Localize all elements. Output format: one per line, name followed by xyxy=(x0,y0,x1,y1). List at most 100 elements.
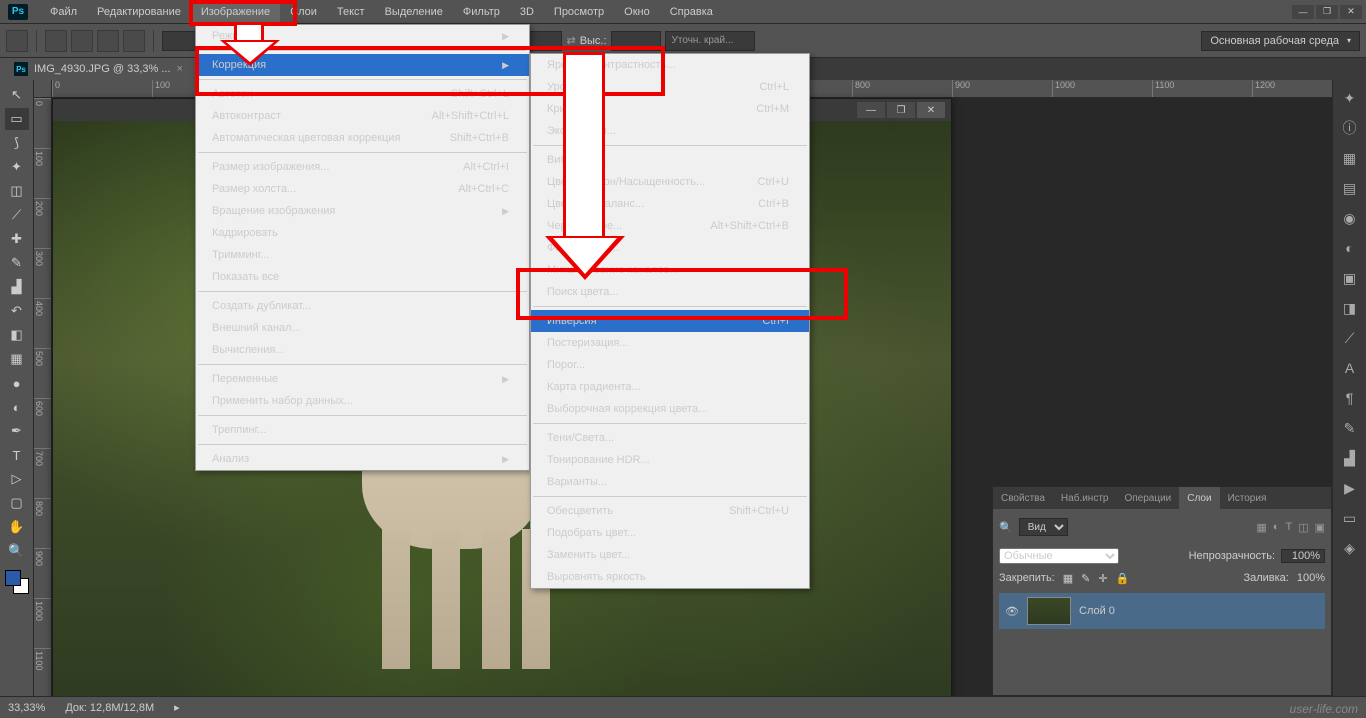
adjustments-icon[interactable]: ◐ xyxy=(1340,238,1360,258)
color-icon[interactable]: ▦ xyxy=(1340,148,1360,168)
panel-tab-2[interactable]: Операции xyxy=(1116,487,1179,509)
document-tab[interactable]: Ps IMG_4930.JPG @ 33,3% ... × xyxy=(0,58,198,80)
visibility-icon[interactable]: 👁 xyxy=(1005,605,1019,618)
swatches-icon[interactable]: ▤ xyxy=(1340,178,1360,198)
selection-new-icon[interactable] xyxy=(45,30,67,52)
menu-item[interactable]: Тримминг... xyxy=(196,244,529,266)
menu-item[interactable]: Выборочная коррекция цвета... xyxy=(531,398,809,420)
marquee-tool[interactable]: ▭ xyxy=(5,108,29,130)
menu-item[interactable]: Варианты... xyxy=(531,471,809,493)
menubar-item-изображение[interactable]: Изображение xyxy=(191,2,280,22)
workspace-selector[interactable]: Основная рабочая среда ▾ xyxy=(1201,31,1360,51)
menu-item[interactable]: Черно-белое...Alt+Shift+Ctrl+B xyxy=(531,215,809,237)
filter-shape-icon[interactable]: ◫ xyxy=(1298,521,1308,534)
panel-tab-0[interactable]: Свойства xyxy=(993,487,1053,509)
clone-source-icon[interactable]: ▟ xyxy=(1340,448,1360,468)
lock-position-icon[interactable]: ✛ xyxy=(1098,572,1107,585)
move-tool[interactable]: ↖ xyxy=(5,84,29,106)
menu-item[interactable]: Анализ▶ xyxy=(196,448,529,470)
zoom-tool[interactable]: 🔍 xyxy=(5,540,29,562)
navigator-icon[interactable]: ◈ xyxy=(1340,538,1360,558)
menu-item[interactable]: АвтотонShift+Ctrl+L xyxy=(196,83,529,105)
menubar-item-редактирование[interactable]: Редактирование xyxy=(87,2,191,22)
menu-item[interactable]: ОбесцветитьShift+Ctrl+U xyxy=(531,500,809,522)
menu-item[interactable]: Постеризация... xyxy=(531,332,809,354)
menu-item[interactable]: Выровнять яркость xyxy=(531,566,809,588)
path-select-tool[interactable]: ▷ xyxy=(5,468,29,490)
panel-tab-3[interactable]: Слои xyxy=(1179,487,1219,509)
selection-intersect-icon[interactable] xyxy=(123,30,145,52)
menu-item[interactable]: Цветовой тон/Насыщенность...Ctrl+U xyxy=(531,171,809,193)
menu-item[interactable]: Подобрать цвет... xyxy=(531,522,809,544)
menubar-item-файл[interactable]: Файл xyxy=(40,2,87,22)
menu-item[interactable]: Режим▶ xyxy=(196,25,529,47)
menu-item[interactable]: Яркость/Контрастность... xyxy=(531,54,809,76)
tool-presets-icon[interactable]: ▭ xyxy=(1340,508,1360,528)
crop-tool[interactable]: ◫ xyxy=(5,180,29,202)
doc-close-button[interactable]: ✕ xyxy=(917,102,945,118)
selection-subtract-icon[interactable] xyxy=(97,30,119,52)
histogram-icon[interactable]: ✦ xyxy=(1340,88,1360,108)
close-button[interactable]: ✕ xyxy=(1340,5,1362,19)
blend-mode-select[interactable]: Обычные xyxy=(999,548,1119,564)
menu-item[interactable]: Экспозиция... xyxy=(531,120,809,142)
menubar-item-окно[interactable]: Окно xyxy=(614,2,660,22)
menu-item[interactable]: Переменные▶ xyxy=(196,368,529,390)
menubar-item-просмотр[interactable]: Просмотр xyxy=(544,2,614,22)
menu-item[interactable]: Вычисления... xyxy=(196,339,529,361)
refine-edge-button[interactable]: Уточн. край... xyxy=(665,31,755,51)
color-swatches[interactable] xyxy=(5,570,29,594)
menu-item[interactable]: Внешний канал... xyxy=(196,317,529,339)
height-field[interactable] xyxy=(611,31,661,51)
fill-value[interactable]: 100% xyxy=(1297,572,1325,584)
menubar-item-3d[interactable]: 3D xyxy=(510,2,544,22)
styles-icon[interactable]: ◉ xyxy=(1340,208,1360,228)
zoom-level[interactable]: 33,33% xyxy=(8,702,45,714)
opacity-value[interactable]: 100% xyxy=(1281,549,1325,563)
eyedropper-tool[interactable]: ⟋ xyxy=(5,204,29,226)
eraser-tool[interactable]: ◧ xyxy=(5,324,29,346)
document-info[interactable]: Док: 12,8M/12,8M xyxy=(65,702,154,714)
brush-presets-icon[interactable]: ✎ xyxy=(1340,418,1360,438)
dodge-tool[interactable]: ◐ xyxy=(5,396,29,418)
menu-item[interactable]: Создать дубликат... xyxy=(196,295,529,317)
minimize-button[interactable]: — xyxy=(1292,5,1314,19)
lock-all-icon[interactable]: 🔒 xyxy=(1116,572,1130,585)
menu-item[interactable]: Уровни...Ctrl+L xyxy=(531,76,809,98)
brush-tool[interactable]: ✎ xyxy=(5,252,29,274)
channels-icon[interactable]: ◨ xyxy=(1340,298,1360,318)
menubar-item-справка[interactable]: Справка xyxy=(660,2,723,22)
doc-minimize-button[interactable]: — xyxy=(857,102,885,118)
menubar-item-текст[interactable]: Текст xyxy=(327,2,375,22)
filter-smart-icon[interactable]: ▣ xyxy=(1315,521,1325,534)
menu-item[interactable]: Цветовой баланс...Ctrl+B xyxy=(531,193,809,215)
menu-item[interactable]: Заменить цвет... xyxy=(531,544,809,566)
menu-item[interactable]: Микширование каналов... xyxy=(531,259,809,281)
layer-row[interactable]: 👁 Слой 0 xyxy=(999,593,1325,629)
filter-type-icon[interactable]: T xyxy=(1285,521,1292,534)
menu-item[interactable]: Показать все xyxy=(196,266,529,288)
swap-icon[interactable]: ⇄ xyxy=(566,34,575,47)
paths-icon[interactable]: ⟋ xyxy=(1340,328,1360,348)
statusbar-arrow-icon[interactable]: ▸ xyxy=(174,701,180,714)
close-tab-icon[interactable]: × xyxy=(177,63,183,75)
menu-item[interactable]: Коррекция▶ xyxy=(196,54,529,76)
quick-select-tool[interactable]: ✦ xyxy=(5,156,29,178)
panel-tab-4[interactable]: История xyxy=(1220,487,1275,509)
layers-icon[interactable]: ▣ xyxy=(1340,268,1360,288)
menu-item[interactable]: Кривые...Ctrl+M xyxy=(531,98,809,120)
blur-tool[interactable]: ● xyxy=(5,372,29,394)
menu-item[interactable]: Поиск цвета... xyxy=(531,281,809,303)
ruler-origin[interactable] xyxy=(34,80,52,98)
menubar-item-фильтр[interactable]: Фильтр xyxy=(453,2,510,22)
menu-item[interactable]: АвтоконтрастAlt+Shift+Ctrl+L xyxy=(196,105,529,127)
history-brush-tool[interactable]: ↶ xyxy=(5,300,29,322)
menu-item[interactable]: Карта градиента... xyxy=(531,376,809,398)
gradient-tool[interactable]: ▦ xyxy=(5,348,29,370)
menu-item[interactable]: Вибрация... xyxy=(531,149,809,171)
selection-add-icon[interactable] xyxy=(71,30,93,52)
healing-tool[interactable]: ✚ xyxy=(5,228,29,250)
character-icon[interactable]: A xyxy=(1340,358,1360,378)
type-tool[interactable]: T xyxy=(5,444,29,466)
ruler-vertical[interactable]: 0100200300400500600700800900100011001200… xyxy=(34,98,52,696)
